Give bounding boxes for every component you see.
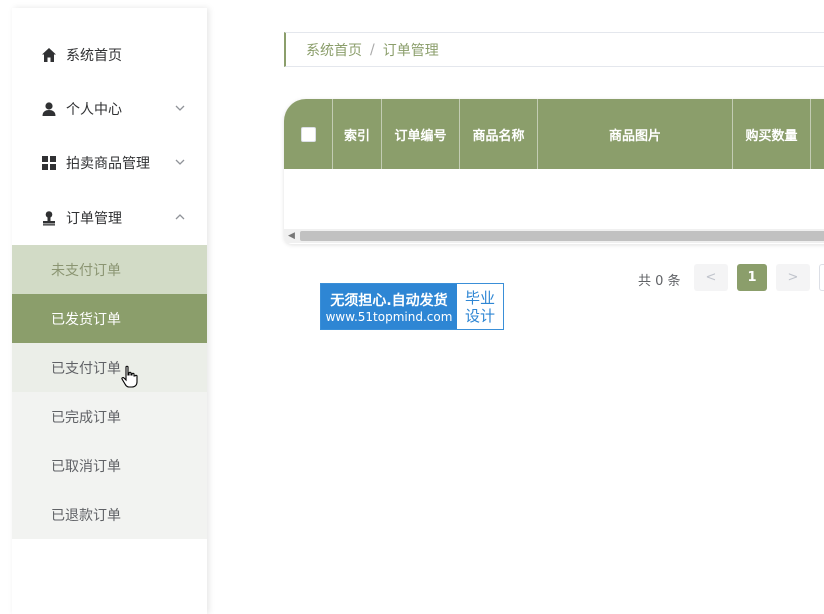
select-all-cell: [284, 99, 333, 169]
watermark-right: 毕业 设计: [457, 284, 503, 329]
submenu-item-label: 已完成订单: [51, 409, 121, 426]
chevron-up-icon: [175, 214, 185, 220]
submenu-item-label: 已支付订单: [51, 360, 121, 377]
column-header-quantity[interactable]: 购买数量: [733, 99, 811, 169]
chevron-down-icon: [175, 105, 185, 111]
pagination-jumper[interactable]: [819, 264, 824, 291]
orders-table: 索引 订单编号 商品名称 商品图片 购买数量 ◀: [284, 99, 824, 244]
pagination-total: 共 0 条: [638, 274, 681, 289]
table-header: 索引 订单编号 商品名称 商品图片 购买数量: [284, 99, 824, 169]
watermark-url: www.51topmind.com: [325, 309, 453, 324]
column-header-order-number[interactable]: 订单编号: [382, 99, 460, 169]
watermark-slogan: 无须担心.自动发货: [330, 292, 448, 309]
submenu-item-paid-orders[interactable]: 已支付订单: [12, 343, 207, 392]
pagination-page-button[interactable]: 1: [737, 264, 767, 291]
table-body: [284, 169, 824, 229]
menu-item-label: 订单管理: [66, 211, 122, 227]
watermark-left: 无须担心.自动发货 www.51topmind.com: [321, 284, 457, 329]
chevron-down-icon: [175, 159, 185, 165]
submenu-item-unpaid-orders[interactable]: 未支付订单: [12, 245, 207, 294]
scroll-left-icon[interactable]: ◀: [288, 231, 295, 241]
user-icon: [42, 102, 56, 116]
column-header-index[interactable]: 索引: [333, 99, 382, 169]
pagination-prev-button[interactable]: <: [694, 264, 728, 291]
watermark-right-top: 毕业: [464, 288, 495, 307]
submenu-item-label: 已取消订单: [51, 458, 121, 475]
submenu-item-refunded-orders[interactable]: 已退款订单: [12, 490, 207, 539]
hand-pointer-icon: [121, 365, 138, 388]
sidebar: 系统首页 个人中心 拍卖商品管理 订单管理 未支付订单 已发货订单 已支付订单 …: [12, 8, 207, 614]
scrollbar-thumb[interactable]: [300, 231, 824, 241]
menu-item-auction-goods[interactable]: 拍卖商品管理: [12, 136, 207, 190]
watermark-banner: 无须担心.自动发货 www.51topmind.com 毕业 设计: [320, 283, 504, 330]
submenu-item-label: 已退款订单: [51, 507, 121, 524]
grid-icon: [42, 156, 56, 170]
submenu-item-completed-orders[interactable]: 已完成订单: [12, 392, 207, 441]
user-stamp-icon: [43, 211, 55, 226]
pagination-next-button[interactable]: >: [776, 264, 810, 291]
column-header-more: [811, 99, 824, 169]
breadcrumb-current: 订单管理: [382, 42, 439, 59]
submenu-item-cancelled-orders[interactable]: 已取消订单: [12, 441, 207, 490]
breadcrumb-home[interactable]: 系统首页: [306, 40, 362, 60]
submenu-item-label: 已发货订单: [51, 311, 121, 328]
watermark-right-bottom: 设计: [464, 306, 495, 325]
horizontal-scrollbar[interactable]: ◀: [284, 229, 824, 243]
breadcrumb-separator: /: [370, 41, 375, 58]
menu-item-home[interactable]: 系统首页: [12, 28, 207, 82]
menu-item-order-management[interactable]: 订单管理: [12, 191, 207, 245]
menu-item-label: 拍卖商品管理: [66, 156, 150, 172]
submenu-item-shipped-orders[interactable]: 已发货订单: [12, 294, 207, 343]
column-header-product-name[interactable]: 商品名称: [460, 99, 538, 169]
breadcrumb: 系统首页 / 订单管理: [284, 32, 824, 67]
select-all-checkbox[interactable]: [300, 126, 316, 142]
menu-item-label: 系统首页: [66, 48, 122, 64]
home-icon: [42, 48, 56, 62]
menu-item-personal-center[interactable]: 个人中心: [12, 82, 207, 136]
submenu-item-label: 未支付订单: [51, 262, 121, 279]
menu-item-label: 个人中心: [66, 102, 122, 118]
column-header-product-image[interactable]: 商品图片: [538, 99, 733, 169]
